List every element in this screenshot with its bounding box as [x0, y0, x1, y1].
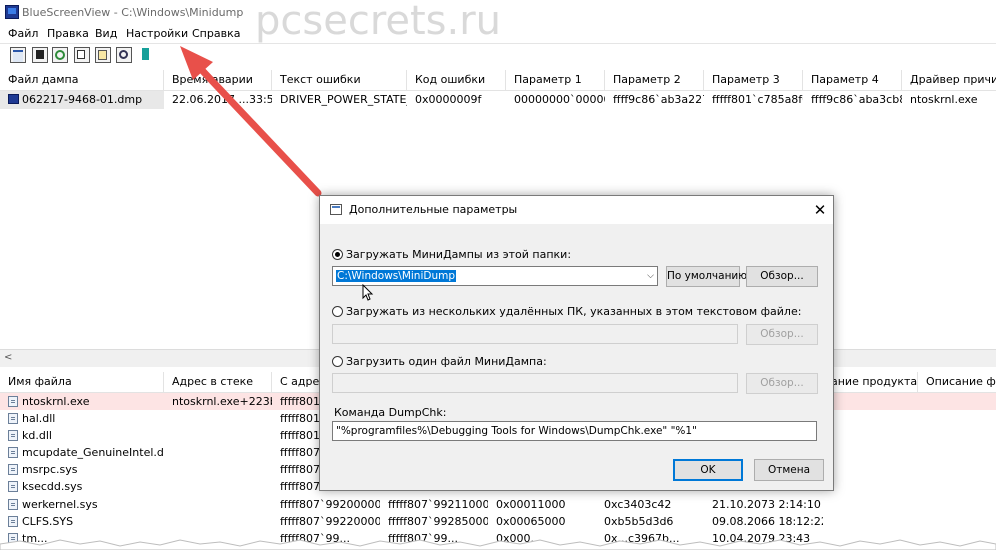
ok-button[interactable]: OK: [673, 459, 743, 481]
option-single-file[interactable]: Загрузить один файл МиниДампа:: [332, 355, 547, 368]
menu-file[interactable]: Файл: [8, 27, 38, 40]
window-title: BlueScreenView - C:\Windows\Minidump: [22, 6, 244, 19]
cell-param4: ffff9c86`aba3cb80: [811, 93, 902, 106]
cell-filename: CLFS.SYS: [22, 515, 74, 528]
cell-crash-time: 22.06.2017 ...33:57: [172, 93, 272, 106]
cell-param2: ffff9c86`ab3a2270: [613, 93, 704, 106]
col-error-text[interactable]: Текст ошибки: [272, 70, 407, 90]
refresh-icon[interactable]: [52, 47, 68, 63]
cell-from-address: fffff807`9: [280, 480, 320, 493]
folder-path-value: C:\Windows\MiniDump: [336, 270, 456, 282]
app-icon: [5, 5, 19, 19]
option-minidump-folder-label: Загружать МиниДампы из этой папки:: [346, 248, 572, 261]
cell-timestamp: 0xb5b5d3d6: [604, 515, 674, 528]
col-product-name[interactable]: ание продукта: [823, 372, 918, 392]
scroll-left-icon[interactable]: <: [4, 352, 12, 363]
cell-date: 21.10.2073 2:14:10: [712, 498, 821, 511]
dialog-window-icon: [330, 204, 342, 215]
folder-path-combobox[interactable]: C:\Windows\MiniDump ⌵: [332, 266, 658, 286]
col-crash-time[interactable]: Время аварии: [164, 70, 272, 90]
cell-dump-file: 062217-9468-01.dmp: [0, 91, 164, 109]
find-icon[interactable]: [116, 47, 132, 63]
table-row[interactable]: 062217-9468-01.dmp 22.06.2017 ...33:57 D…: [0, 91, 996, 109]
cell-date: 09.08.2066 18:12:22: [712, 515, 823, 528]
col-param1[interactable]: Параметр 1: [506, 70, 605, 90]
menu-help[interactable]: Справка: [192, 27, 240, 40]
col-file-description[interactable]: Описание ф: [918, 372, 996, 392]
col-param4[interactable]: Параметр 4: [803, 70, 902, 90]
cell-size: 0x00011000: [496, 498, 566, 511]
cell-filename: hal.dll: [22, 412, 56, 425]
option-remote-pcs-label: Загружать из нескольких удалённых ПК, ук…: [346, 305, 802, 318]
menu-settings[interactable]: Настройки: [126, 27, 188, 40]
option-minidump-folder[interactable]: Загружать МиниДампы из этой папки:: [332, 248, 571, 261]
table-row[interactable]: werkernel.sys fffff807`99200000 fffff807…: [0, 496, 996, 513]
cell-stack-address: ntoskrnl.exe+223b87: [172, 395, 272, 408]
close-icon[interactable]: ✕: [810, 200, 830, 220]
cell-from-address: fffff801`c: [280, 412, 320, 425]
cell-param1: 00000000`000000...: [514, 93, 605, 106]
cell-from-address: fffff807`99220000: [280, 515, 380, 528]
col-param2[interactable]: Параметр 2: [605, 70, 704, 90]
advanced-options-dialog: Дополнительные параметры ✕ Загружать Мин…: [319, 195, 834, 491]
dialog-title: Дополнительные параметры: [349, 203, 518, 216]
dumpchk-command-input[interactable]: "%programfiles%\Debugging Tools for Wind…: [332, 421, 817, 441]
torn-edge: [0, 539, 996, 550]
cell-to-address: fffff807`99285000: [388, 515, 488, 528]
cell-filename: werkernel.sys: [22, 498, 98, 511]
browse-single-button[interactable]: Обзор...: [746, 373, 818, 394]
chevron-down-icon[interactable]: ⌵: [647, 267, 654, 285]
cell-filename: kd.dll: [22, 429, 52, 442]
cell-filename: ksecdd.sys: [22, 480, 83, 493]
crash-list-header: Файл дампа Время аварии Текст ошибки Код…: [0, 70, 996, 91]
html-report-icon[interactable]: [95, 47, 111, 63]
cell-from-address: fffff807`9: [280, 463, 320, 476]
cell-filename: ntoskrnl.exe: [22, 395, 90, 408]
copy-icon[interactable]: [74, 47, 90, 63]
radio-icon[interactable]: [332, 306, 343, 317]
save-icon[interactable]: [32, 47, 48, 63]
cell-error-text: DRIVER_POWER_STATE_...: [280, 93, 407, 106]
properties-icon[interactable]: [10, 47, 26, 63]
col-dump-file[interactable]: Файл дампа: [0, 70, 164, 90]
cell-timestamp: 0xc3403c42: [604, 498, 672, 511]
default-button[interactable]: По умолчанию: [666, 266, 747, 287]
dialog-title-bar: Дополнительные параметры ✕: [320, 196, 833, 224]
cancel-button[interactable]: Отмена: [754, 459, 824, 481]
browse-remote-button[interactable]: Обзор...: [746, 324, 818, 345]
mouse-cursor-icon: [362, 284, 374, 301]
menu-view[interactable]: Вид: [95, 27, 117, 40]
cell-from-address: fffff807`9: [280, 446, 320, 459]
menu-bar: Файл Правка Вид Настройки Справка: [0, 24, 996, 42]
dump-file-icon: [8, 94, 19, 104]
remote-file-input[interactable]: [332, 324, 738, 344]
option-single-file-label: Загрузить один файл МиниДампа:: [346, 355, 547, 368]
menu-edit[interactable]: Правка: [47, 27, 89, 40]
cell-filename: mcupdate_GenuineIntel.dll: [22, 446, 164, 459]
col-stack-address[interactable]: Адрес в стеке: [164, 372, 272, 392]
radio-selected-icon[interactable]: [332, 249, 343, 260]
col-param3[interactable]: Параметр 3: [704, 70, 803, 90]
cell-from-address: fffff807`99200000: [280, 498, 380, 511]
exit-icon[interactable]: [138, 47, 154, 63]
cell-from-address: fffff801`c: [280, 395, 320, 408]
col-filename[interactable]: Имя файла: [0, 372, 164, 392]
cell-size: 0x00065000: [496, 515, 566, 528]
cell-filename: msrpc.sys: [22, 463, 78, 476]
radio-icon[interactable]: [332, 356, 343, 367]
browse-button[interactable]: Обзор...: [746, 266, 818, 287]
cell-to-address: fffff807`99211000: [388, 498, 488, 511]
cell-param3: fffff801`c785a8f0: [712, 93, 803, 106]
option-remote-pcs[interactable]: Загружать из нескольких удалённых ПК, ук…: [332, 305, 801, 318]
single-file-input[interactable]: [332, 373, 738, 393]
col-error-code[interactable]: Код ошибки: [407, 70, 506, 90]
col-cause-driver[interactable]: Драйвер причин: [902, 70, 996, 90]
toolbar: [0, 43, 996, 68]
cell-cause-driver: ntoskrnl.exe: [910, 93, 978, 106]
cell-error-code: 0x0000009f: [415, 93, 482, 106]
dumpchk-label: Команда DumpChk:: [334, 406, 447, 419]
cell-from-address: fffff801`c: [280, 429, 320, 442]
table-row[interactable]: CLFS.SYS fffff807`99220000 fffff807`9928…: [0, 513, 996, 530]
